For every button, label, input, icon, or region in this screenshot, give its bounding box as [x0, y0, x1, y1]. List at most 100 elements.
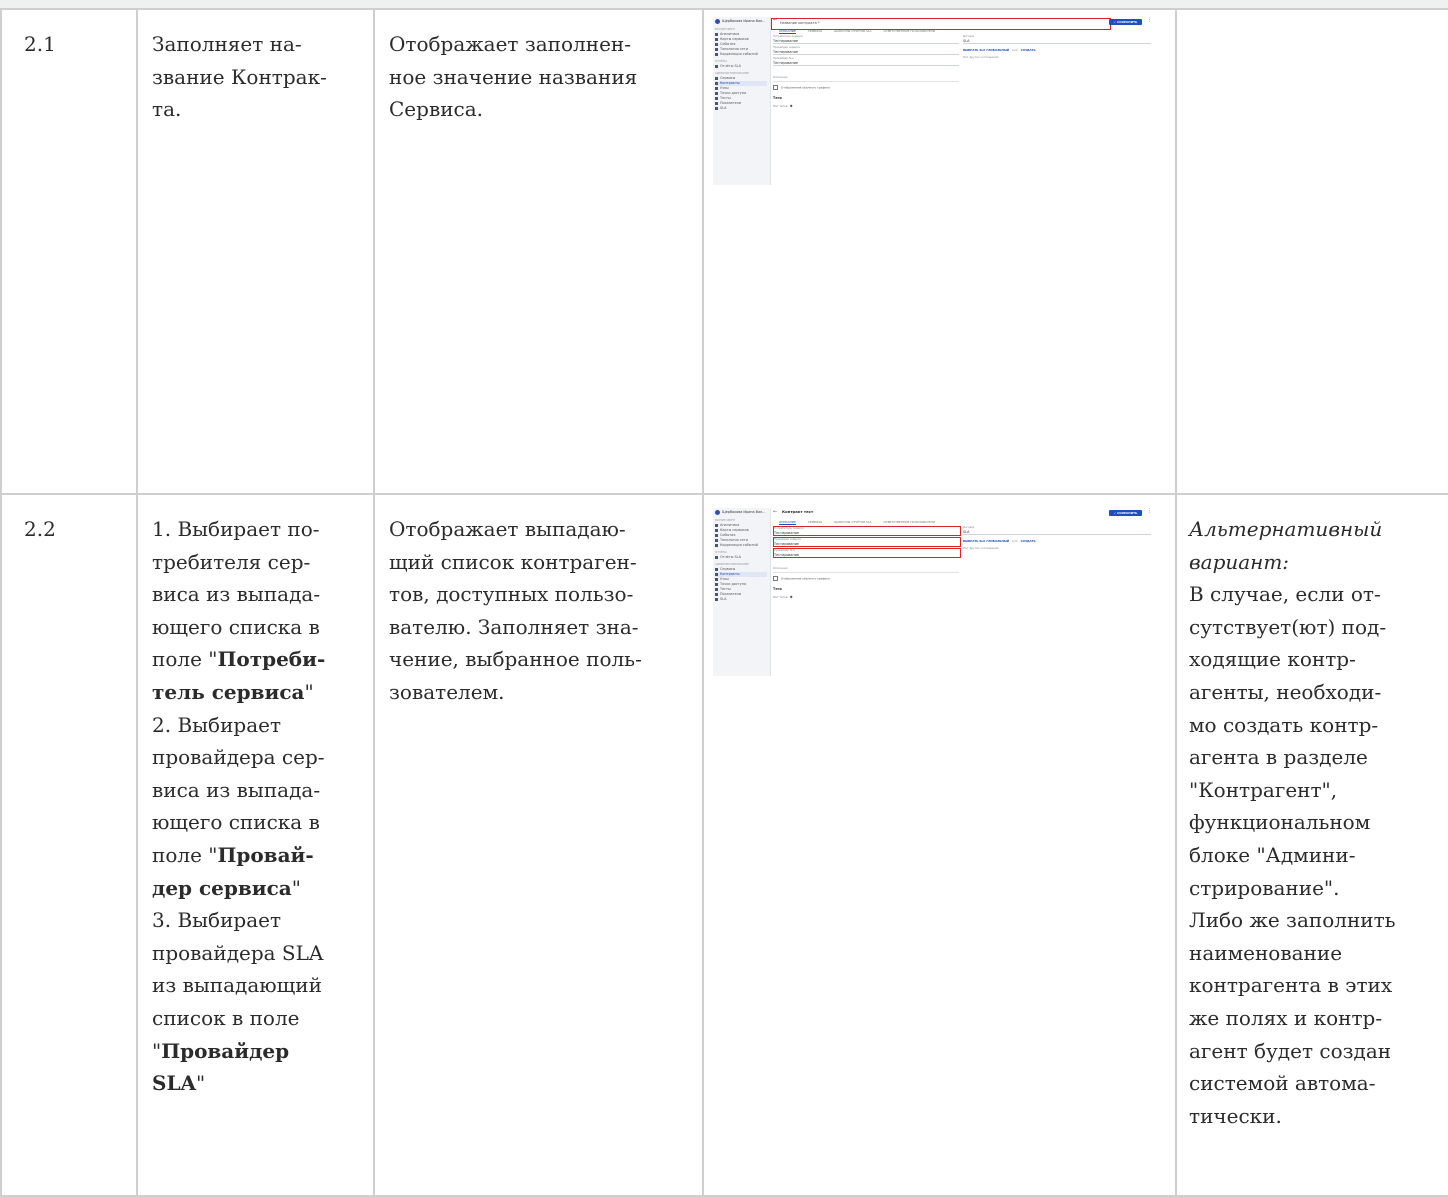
service-consumer-select[interactable]: Потребитель сервиса Тестирование — [773, 35, 959, 44]
sla-provider-select[interactable]: Провайдер SLA Тестирование — [773, 57, 959, 66]
metrics-icon — [715, 101, 718, 105]
sidebar-item-sla-reports[interactable]: Отчёты SLA — [715, 64, 767, 69]
sidebar-item-analytics[interactable]: Аналитика — [715, 523, 767, 528]
sidebar-item-tests[interactable]: Тесты — [715, 96, 767, 101]
sidebar-item-sla[interactable]: SLA — [715, 106, 767, 111]
sidebar-item-nodes[interactable]: Узлы — [715, 577, 767, 582]
tab-responsible-users[interactable]: ОТВЕТСТВЕННЫЕ ПОЛЬЗОВАТЕЛИ — [884, 29, 935, 33]
service-provider-select[interactable]: Провайдер сервиса Тестирование — [773, 537, 961, 547]
create-sla-link[interactable]: СОЗДАТЬ — [1021, 539, 1036, 543]
tab-sla-templates[interactable]: ШАБЛОНЫ ОТЧЁТОВ SLA — [834, 29, 871, 33]
sidebar-item-contracts[interactable]: Контракты — [715, 81, 767, 86]
sidebar-item-metrics[interactable]: Показатели — [715, 592, 767, 597]
graph-checkbox[interactable]: Отображение обычного графика — [773, 576, 830, 581]
text-line: чение, выбранное поль- — [389, 647, 642, 672]
sla-icon — [715, 597, 718, 601]
field-name-bold: тель сервиса — [152, 679, 305, 704]
point-icon — [715, 91, 718, 95]
topology-icon — [715, 47, 718, 51]
sidebar-item-events[interactable]: События — [715, 42, 767, 47]
more-menu-icon[interactable]: ⋮ — [1147, 17, 1152, 22]
field-name-bold: Провай- — [217, 842, 314, 867]
sidebar-item-label: Отчёты SLA — [720, 64, 741, 68]
test-icon — [715, 587, 718, 591]
title-placeholder: Название контракта * — [780, 21, 820, 25]
sidebar-item-contracts[interactable]: Контракты — [715, 572, 767, 577]
sidebar-item-nodes[interactable]: Узлы — [715, 86, 767, 91]
map-icon — [715, 37, 718, 41]
sidebar-item-label: Узлы — [720, 577, 729, 581]
sidebar-item-label: Показатели — [720, 101, 742, 105]
text-line: " — [304, 679, 314, 704]
field-value: SLA — [963, 529, 970, 534]
system-response-cell: Отображает выпадаю- щий список контраген… — [373, 493, 704, 1197]
tags-heading: Теги — [773, 587, 782, 591]
avatar — [715, 510, 720, 515]
text-line: Заполняет на- — [152, 32, 302, 56]
description-input[interactable]: Описание — [773, 75, 959, 82]
create-sla-link[interactable]: СОЗДАТЬ — [1021, 48, 1036, 52]
user-action-cell: 1. Выбирает по- требителя сер- виса из в… — [136, 493, 375, 1197]
nav-section-monitoring: МОНИТОРИНГ — [715, 27, 736, 31]
tab-services[interactable]: СЕРВИСЫ — [808, 29, 822, 33]
note-line: блоке "Админи- — [1189, 842, 1356, 867]
sidebar-item-correlation[interactable]: Корреляция событий — [715, 543, 767, 548]
sidebar-item-tests[interactable]: Тесты — [715, 587, 767, 592]
sidebar-item-service-maps[interactable]: Карты сервисов — [715, 528, 767, 533]
more-menu-icon[interactable]: ⋮ — [1147, 508, 1152, 513]
sidebar-item-label: Точки доступа — [720, 91, 747, 95]
tab-sla-templates[interactable]: ШАБЛОНЫ ОТЧЁТОВ SLA — [834, 520, 871, 524]
warning-icon — [715, 533, 718, 537]
graph-checkbox[interactable]: Отображение обычного графика — [773, 85, 830, 90]
sidebar-item-topology[interactable]: Топология сети — [715, 538, 767, 543]
select-sla-link[interactable]: ВЫБРАТЬ SLA ГЛОБАЛЬНЫЙ — [963, 48, 1009, 52]
or-text: или — [1012, 539, 1018, 543]
text-line: ное значение названия — [389, 64, 638, 89]
sidebar-item-sla[interactable]: SLA — [715, 597, 767, 602]
sidebar-item-label: Аналитика — [720, 523, 740, 527]
tab-description[interactable]: ОПИСАНИЕ — [779, 29, 796, 34]
back-arrow-icon[interactable]: ← — [773, 509, 777, 514]
bolt-icon — [715, 543, 718, 547]
field-value: Тестирование — [774, 530, 800, 535]
sla-provider-select[interactable]: Провайдер SLA Тестирование — [773, 548, 961, 558]
warning-icon — [715, 42, 718, 46]
sidebar-item-services[interactable]: Сервисы — [715, 567, 767, 572]
sidebar-item-access-points[interactable]: Точки доступа — [715, 582, 767, 587]
no-tags-text: Нет тегов — [773, 104, 788, 108]
sidebar-item-correlation[interactable]: Корреляция событий — [715, 52, 767, 57]
contract-title[interactable]: Контракт тест — [782, 509, 813, 514]
agreement-select[interactable]: Договор SLA — [963, 526, 1151, 535]
contract-form-screenshot: Щербакова Ирина Вал... МОНИТОРИНГ Аналит… — [713, 508, 1157, 676]
select-sla-link[interactable]: ВЫБРАТЬ SLA ГЛОБАЛЬНЫЙ — [963, 539, 1009, 543]
system-response-cell: Отображает заполнен- ное значение назван… — [373, 8, 704, 495]
note-line: контрагента в этих — [1189, 973, 1393, 998]
agreement-select[interactable]: Договор SLA — [963, 35, 1151, 44]
note-title: вариант: — [1189, 549, 1290, 574]
field-name-bold: Потреби- — [217, 647, 326, 672]
service-consumer-select[interactable]: Потребитель сервиса Тестирование — [773, 526, 961, 536]
text-line: ющего списка в — [152, 810, 320, 835]
save-button[interactable]: ✓ СОХРАНИТЬ — [1109, 510, 1142, 516]
tab-description[interactable]: ОПИСАНИЕ — [779, 520, 796, 525]
sidebar-item-analytics[interactable]: Аналитика — [715, 32, 767, 37]
service-provider-select[interactable]: Провайдер сервиса Тестирование — [773, 46, 959, 55]
or-text: или — [1012, 48, 1018, 52]
sidebar-item-events[interactable]: События — [715, 533, 767, 538]
back-arrow-icon[interactable]: ← — [773, 17, 777, 22]
tab-services[interactable]: СЕРВИСЫ — [808, 520, 822, 524]
tag-icon[interactable] — [789, 104, 793, 108]
sidebar-item-label: Карты сервисов — [720, 528, 749, 532]
field-value: Тестирование — [774, 552, 800, 557]
tag-icon[interactable] — [789, 595, 793, 599]
sidebar-item-service-maps[interactable]: Карты сервисов — [715, 37, 767, 42]
sidebar-item-metrics[interactable]: Показатели — [715, 101, 767, 106]
sidebar-item-topology[interactable]: Топология сети — [715, 47, 767, 52]
sidebar-item-services[interactable]: Сервисы — [715, 76, 767, 81]
step-number-cell: 2.2 — [0, 493, 138, 1197]
description-input[interactable]: Описание — [773, 566, 959, 573]
sidebar-item-access-points[interactable]: Точки доступа — [715, 91, 767, 96]
sidebar-item-sla-reports[interactable]: Отчёты SLA — [715, 555, 767, 560]
save-button[interactable]: ✓ СОХРАНИТЬ — [1109, 19, 1142, 25]
tab-responsible-users[interactable]: ОТВЕТСТВЕННЫЕ ПОЛЬЗОВАТЕЛИ — [884, 520, 935, 524]
